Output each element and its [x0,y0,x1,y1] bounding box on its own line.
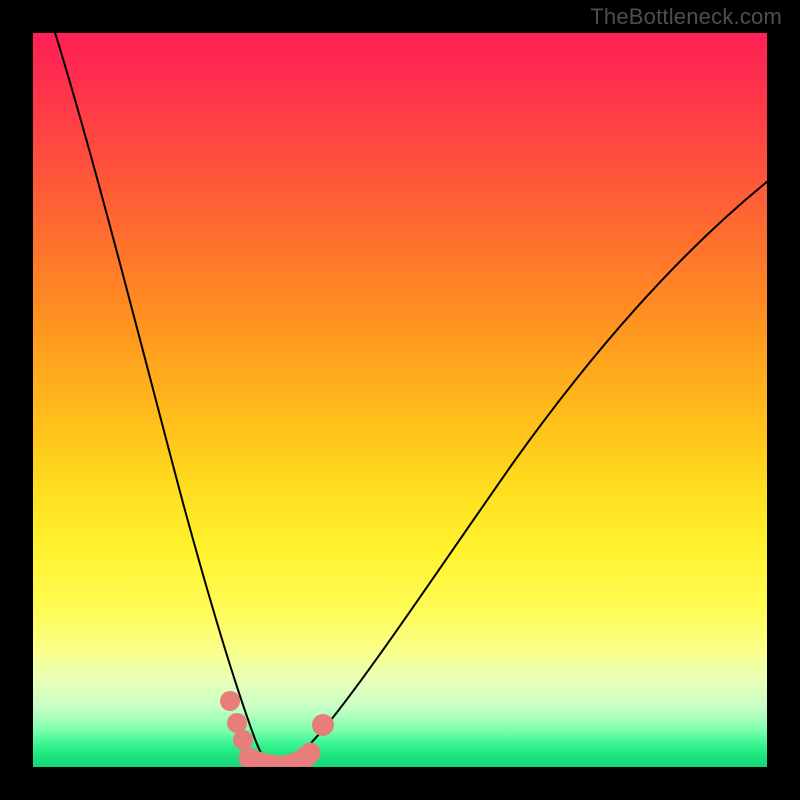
watermark-text: TheBottleneck.com [590,4,782,30]
right-curve [283,173,767,766]
marker-dot [312,714,334,736]
plot-area [33,33,767,767]
left-curve [52,33,271,766]
chart-frame: TheBottleneck.com [0,0,800,800]
curve-layer [33,33,767,767]
marker-dot [233,730,253,750]
marker-dot [227,713,247,733]
marker-segment-bottom [249,753,310,766]
marker-dot [220,691,240,711]
